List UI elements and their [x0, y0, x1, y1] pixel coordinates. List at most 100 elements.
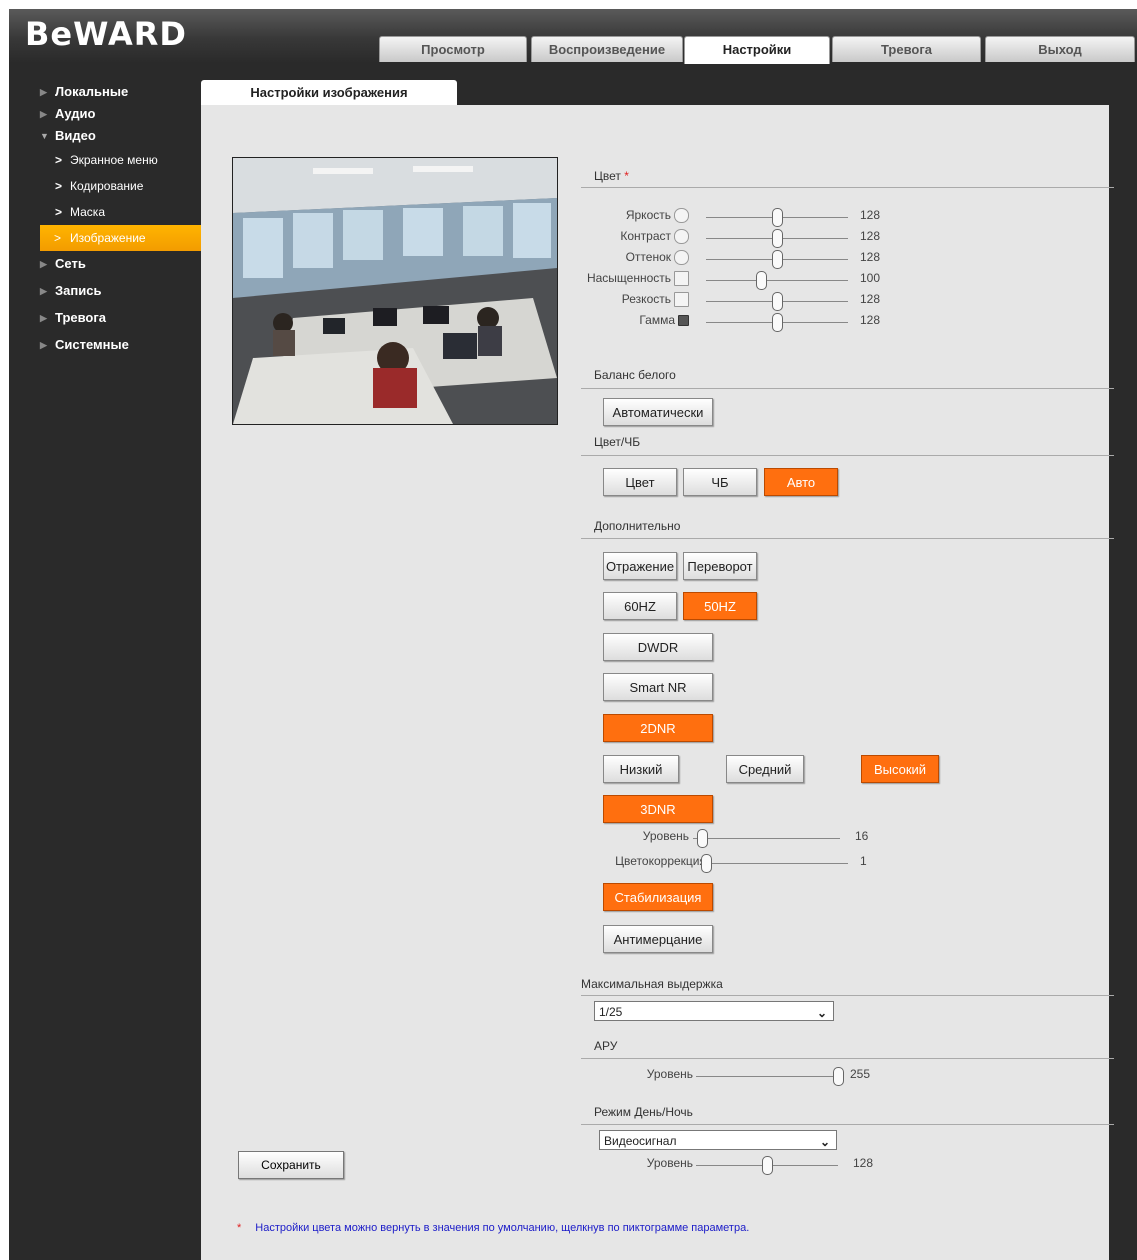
slider-value: 128	[860, 313, 881, 327]
tab-alarm[interactable]: Тревога	[832, 36, 981, 62]
divider	[581, 1124, 1114, 1125]
gamma-icon[interactable]	[678, 315, 689, 327]
auto-mode-button[interactable]: Авто	[764, 468, 838, 496]
slider-value: 128	[860, 292, 881, 306]
slider-label: Резкость	[622, 292, 689, 308]
sidebar-item-local[interactable]: ▶ Локальные	[9, 81, 199, 103]
slider-handle[interactable]	[701, 854, 712, 873]
color-slider-row: Гамма 128	[201, 311, 1101, 332]
slider-label: Яркость	[626, 208, 689, 224]
dnr-high-button[interactable]: Высокий	[861, 755, 939, 783]
tab-view[interactable]: Просмотр	[379, 36, 527, 62]
triangle-right-icon: ▶	[40, 109, 47, 119]
section-colorbw-title: Цвет/ЧБ	[594, 435, 641, 449]
section-agc-title: АРУ	[594, 1039, 618, 1053]
mirror-button[interactable]: Отражение	[603, 552, 677, 580]
tab-settings[interactable]: Настройки	[684, 36, 830, 64]
triangle-right-icon: ▶	[40, 259, 47, 269]
triangle-right-icon: ▶	[40, 340, 47, 350]
contrast-icon[interactable]	[674, 229, 689, 245]
chevron-right-icon: >	[55, 153, 63, 167]
divider	[581, 187, 1114, 188]
dwdr-button[interactable]: DWDR	[603, 633, 713, 661]
slider-label: Гамма	[639, 313, 689, 327]
dnr2-button[interactable]: 2DNR	[603, 714, 713, 742]
color-reset-note: * Настройки цвета можно вернуть в значени…	[237, 1222, 750, 1234]
daynight-mode-select[interactable]: Видеосигнал ⌄	[599, 1130, 837, 1150]
dnr3-button[interactable]: 3DNR	[603, 795, 713, 823]
tab-playback[interactable]: Воспроизведение	[531, 36, 683, 62]
sidebar-item-system[interactable]: ▶ Системные	[9, 334, 199, 356]
divider	[581, 388, 1114, 389]
sidebar-item-record[interactable]: ▶ Запись	[9, 280, 199, 302]
section-daynight-title: Режим День/Ночь	[594, 1105, 693, 1119]
sidebar: ▶ Локальные ▶ Аудио ▼ Видео > Экранное меню …	[9, 81, 216, 356]
slider-label: Контраст	[620, 229, 689, 245]
hz50-button[interactable]: 50HZ	[683, 592, 757, 620]
chevron-down-icon: ⌄	[819, 1135, 830, 1149]
divider	[581, 538, 1114, 539]
save-button[interactable]: Сохранить	[238, 1151, 344, 1179]
max-shutter-select[interactable]: 1/25 ⌄	[594, 1001, 834, 1021]
slider-handle[interactable]	[772, 229, 783, 248]
colorcorr-slider: Цветокоррекция 1	[201, 852, 1101, 873]
sharpness-icon[interactable]	[674, 292, 689, 308]
bw-mode-button[interactable]: ЧБ	[683, 468, 757, 496]
slider-handle[interactable]	[833, 1067, 844, 1086]
settings-panel: Цвет * Яркость 128 Контраст 128 Оттенок 128 На…	[201, 105, 1114, 1260]
sidebar-item-audio[interactable]: ▶ Аудио	[9, 103, 199, 125]
chevron-down-icon: ⌄	[816, 1006, 827, 1020]
color-slider-row: Насыщенность 100	[201, 269, 1101, 290]
dnr-level-slider: Уровень 16	[201, 827, 1101, 848]
dnr-mid-button[interactable]: Средний	[726, 755, 804, 783]
agc-level-slider: Уровень 255	[201, 1065, 1101, 1086]
sidebar-item-alarm[interactable]: ▶ Тревога	[9, 307, 199, 329]
sidebar-subitem-image[interactable]: > Изображение	[40, 225, 216, 251]
triangle-down-icon: ▼	[40, 131, 49, 141]
tab-exit[interactable]: Выход	[985, 36, 1135, 62]
dnr-low-button[interactable]: Низкий	[603, 755, 679, 783]
slider-value: 128	[860, 229, 881, 243]
wb-auto-button[interactable]: Автоматически	[603, 398, 713, 426]
smartnr-button[interactable]: Smart NR	[603, 673, 713, 701]
slider-value: 100	[860, 271, 881, 285]
flip-button[interactable]: Переворот	[683, 552, 757, 580]
sun-icon[interactable]	[674, 208, 689, 224]
color-slider-row: Резкость 128	[201, 290, 1101, 311]
slider-label: Оттенок	[626, 250, 689, 266]
triangle-right-icon: ▶	[40, 286, 47, 296]
slider-handle[interactable]	[756, 271, 768, 290]
slider-handle[interactable]	[772, 313, 783, 332]
hz60-button[interactable]: 60HZ	[603, 592, 677, 620]
slider-value: 128	[860, 250, 881, 264]
sidebar-subitem-osd[interactable]: > Экранное меню	[9, 147, 199, 173]
slider-handle[interactable]	[772, 208, 783, 227]
stabilization-button[interactable]: Стабилизация	[603, 883, 713, 911]
sidebar-subitem-encoding[interactable]: > Кодирование	[9, 173, 199, 199]
slider-handle[interactable]	[696, 829, 708, 848]
palette-icon[interactable]	[674, 250, 689, 266]
sidebar-subitem-mask[interactable]: > Маска	[9, 199, 199, 225]
slider-handle[interactable]	[762, 1156, 773, 1175]
slider-track	[693, 838, 840, 839]
sidebar-item-video[interactable]: ▼ Видео	[9, 125, 199, 147]
required-asterisk: *	[624, 169, 629, 183]
section-shutter-title: Максимальная выдержка	[581, 977, 723, 991]
color-slider-row: Контраст 128	[201, 227, 1101, 248]
chevron-right-icon: >	[55, 205, 63, 219]
slider-handle[interactable]	[772, 292, 783, 311]
brush-icon[interactable]	[674, 271, 689, 287]
triangle-right-icon: ▶	[40, 313, 47, 323]
brand-logo: BeWARD	[25, 15, 187, 53]
chevron-right-icon: >	[55, 179, 63, 193]
slider-label: Насыщенность	[587, 271, 689, 287]
sidebar-item-network[interactable]: ▶ Сеть	[9, 253, 199, 275]
color-slider-row: Яркость 128	[201, 206, 1101, 227]
divider	[581, 1058, 1114, 1059]
content-tab-image-settings[interactable]: Настройки изображения	[201, 80, 457, 106]
antiflicker-button[interactable]: Антимерцание	[603, 925, 713, 953]
chevron-right-icon: >	[54, 231, 62, 245]
triangle-right-icon: ▶	[40, 87, 47, 97]
color-mode-button[interactable]: Цвет	[603, 468, 677, 496]
slider-handle[interactable]	[772, 250, 783, 269]
